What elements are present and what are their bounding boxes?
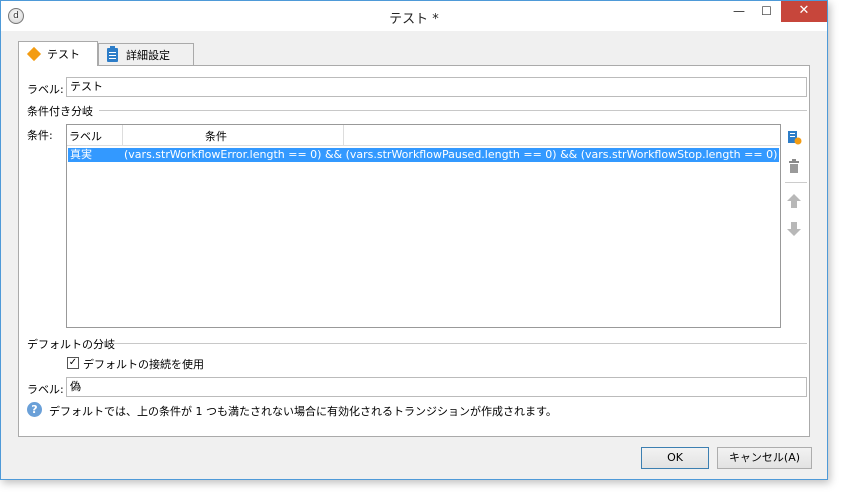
help-icon: ? <box>27 402 42 417</box>
column-header-condition[interactable]: 条件 <box>205 128 227 144</box>
conditions-table[interactable]: ラベル 条件 真実 (vars.strWorkflowError.length … <box>66 124 781 328</box>
row-condition: (vars.strWorkflowError.length == 0) && (… <box>124 148 778 161</box>
tab-test-label: テスト <box>47 48 80 61</box>
default-label-input[interactable]: 偽 <box>66 377 807 397</box>
window-title: テスト * <box>389 12 439 27</box>
tab-panel: ラベル: テスト 条件付き分岐 条件: ラベル 条件 真実 (vars.strW… <box>18 65 810 437</box>
row-label: 真実 <box>70 148 92 161</box>
ok-button[interactable]: OK <box>641 447 709 469</box>
move-down-button[interactable] <box>786 221 802 237</box>
add-condition-icon <box>788 131 802 145</box>
delete-button[interactable] <box>786 158 802 174</box>
column-divider <box>122 125 123 145</box>
label-caption: ラベル: <box>27 83 64 96</box>
table-row[interactable]: 真実 (vars.strWorkflowError.length == 0) &… <box>68 148 779 162</box>
tab-advanced-label: 詳細設定 <box>126 48 170 62</box>
diamond-icon <box>26 46 42 62</box>
conditions-caption: 条件: <box>27 129 53 142</box>
cancel-button[interactable]: キャンセル(A) <box>717 447 812 469</box>
move-up-button[interactable] <box>786 193 802 209</box>
dialog-window: d テスト * — ☐ ✕ テスト 詳細設定 ラベル: テスト 条件付き分岐 条… <box>0 0 828 480</box>
add-condition-button[interactable] <box>786 129 802 145</box>
default-branch-heading: デフォルトの分岐 <box>27 338 115 351</box>
default-label-caption: ラベル: <box>27 383 64 396</box>
delete-icon <box>789 159 799 173</box>
title-bar[interactable]: d テスト * — ☐ ✕ <box>1 1 827 31</box>
close-button[interactable]: ✕ <box>781 1 827 22</box>
move-down-icon <box>787 222 801 236</box>
conditional-branch-heading: 条件付き分岐 <box>27 105 93 118</box>
label-input[interactable]: テスト <box>66 77 807 97</box>
clipboard-icon <box>107 45 118 62</box>
help-text: デフォルトでは、上の条件が 1 つも満たされない場合に有効化されるトランジション… <box>49 405 557 418</box>
tab-test[interactable]: テスト <box>18 41 98 66</box>
column-header-label[interactable]: ラベル <box>69 128 102 144</box>
use-default-label: デフォルトの接続を使用 <box>83 358 204 371</box>
tab-advanced-settings[interactable]: 詳細設定 <box>98 43 194 65</box>
maximize-button[interactable]: ☐ <box>753 1 780 22</box>
group-divider <box>113 343 807 344</box>
use-default-checkbox[interactable]: ✓ <box>67 357 79 369</box>
tool-separator <box>785 182 807 183</box>
column-divider <box>343 125 344 145</box>
minimize-button[interactable]: — <box>725 1 753 22</box>
move-up-icon <box>787 194 801 208</box>
header-divider <box>67 145 780 146</box>
group-divider <box>99 110 807 111</box>
